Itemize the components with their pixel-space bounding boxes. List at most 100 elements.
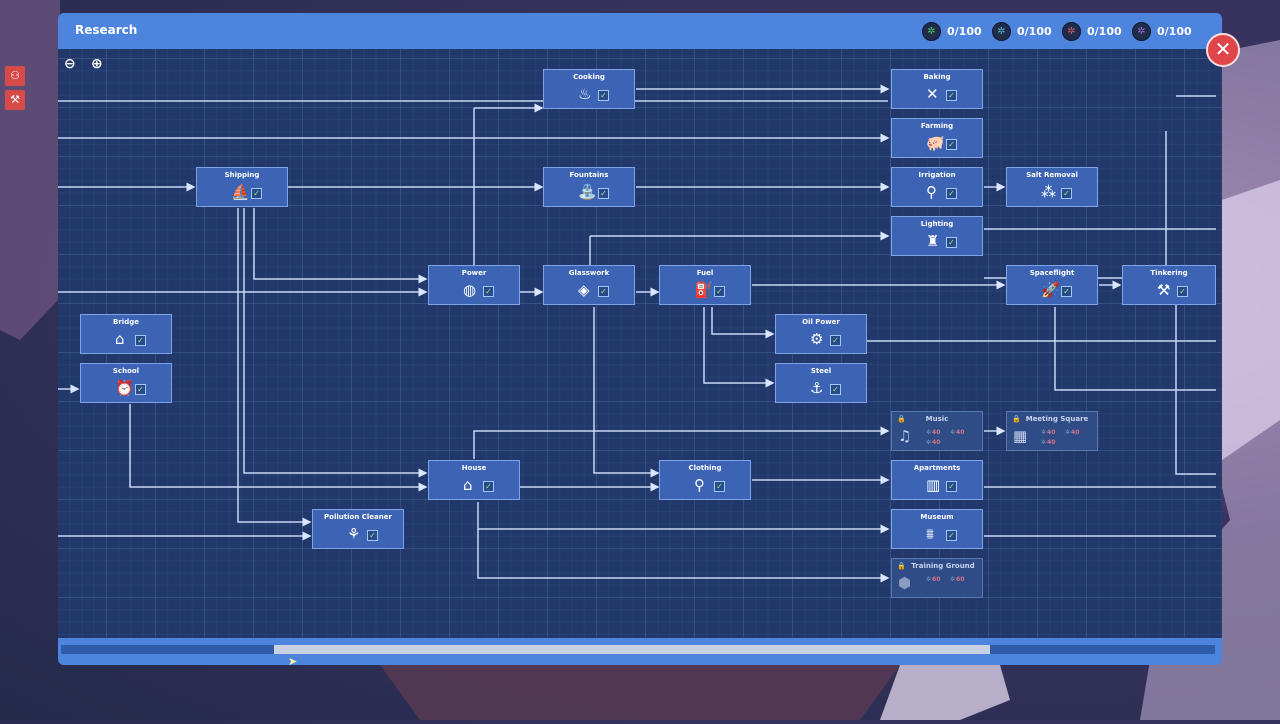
tech-node-training-ground[interactable]: 🔒 Training Ground ⬢ ✲60 ✲60 (891, 558, 983, 598)
cost-green: ✲40 (1041, 429, 1056, 436)
tech-node-cooking[interactable]: Cooking ♨ ✓ (543, 69, 635, 109)
tech-tree-connections (58, 84, 1216, 583)
bell-clock-icon: ⏰ (115, 379, 134, 397)
tech-node-shipping[interactable]: Shipping ⛵ ✓ (196, 167, 288, 207)
researched-checkmark: ✓ (946, 237, 957, 248)
glass-panes-icon: ◈ (578, 281, 590, 299)
researched-checkmark: ✓ (1177, 286, 1188, 297)
tech-node-steel[interactable]: Steel ⚓ ✓ (775, 363, 867, 403)
tech-node-irrigation[interactable]: Irrigation ⚲ ✓ (891, 167, 983, 207)
guitar-icon: ♫ (898, 427, 912, 445)
fuel-can-icon: ⛽ (694, 281, 713, 299)
close-icon: ✕ (1214, 37, 1232, 61)
researched-checkmark: ✓ (1061, 286, 1072, 297)
researched-checkmark: ✓ (830, 335, 841, 346)
tech-node-power[interactable]: Power ◍ ✓ (428, 265, 520, 305)
lighthouse-icon: ♜ (926, 232, 940, 250)
pig-icon: 🐖 (926, 134, 945, 152)
researched-checkmark: ✓ (714, 481, 725, 492)
fountain-icon: ⛲ (578, 183, 597, 201)
cost-red: ✲60 (950, 576, 965, 583)
zoom-in-icon: ⊕ (91, 56, 103, 72)
cost-green: ✲40 (926, 429, 941, 436)
researched-checkmark: ✓ (946, 90, 957, 101)
researched-checkmark: ✓ (598, 286, 609, 297)
tech-node-music[interactable]: 🔒 Music ♫ ✲40 ✲40 ✲40 (891, 411, 983, 451)
faucet-icon: ⚲ (926, 183, 937, 201)
clothes-rack-icon: ⚲ (694, 476, 705, 494)
tech-node-museum[interactable]: Museum ⩩ ✓ (891, 509, 983, 549)
scrollbar-thumb[interactable] (274, 645, 990, 654)
close-button[interactable]: ✕ (1206, 33, 1240, 67)
researched-checkmark: ✓ (946, 188, 957, 199)
cost-teal: ✲40 (1065, 429, 1080, 436)
researched-checkmark: ✓ (1061, 188, 1072, 199)
purple-research-icon: ✲ (1132, 22, 1151, 41)
tech-node-clothing[interactable]: Clothing ⚲ ✓ (659, 460, 751, 500)
zoom-out-button[interactable]: ⊖ (64, 56, 84, 76)
wrench-icon: ⚒ (1157, 281, 1171, 299)
tech-node-glasswork[interactable]: Glasswork ◈ ✓ (543, 265, 635, 305)
tech-node-tinkering[interactable]: Tinkering ⚒ ✓ (1122, 265, 1216, 305)
researched-checkmark: ✓ (367, 530, 378, 541)
zoom-in-button[interactable]: ⊕ (91, 56, 111, 76)
power-orb-icon: ◍ (463, 281, 477, 299)
gear-target-icon: ⬢ (898, 574, 912, 592)
tech-node-lighting[interactable]: Lighting ♜ ✓ (891, 216, 983, 256)
tech-node-apartments[interactable]: Apartments ▥ ✓ (891, 460, 983, 500)
salt-shaker-icon: ⁂ (1041, 183, 1056, 201)
bridge-icon: ⌂ (115, 330, 125, 348)
researched-checkmark: ✓ (598, 188, 609, 199)
side-button-population[interactable]: ⚇ (5, 66, 25, 86)
red-research-icon: ✲ (1062, 22, 1081, 41)
resource-counter-green: ✲ 0/100 (922, 22, 982, 41)
researched-checkmark: ✓ (714, 286, 725, 297)
tech-node-fountains[interactable]: Fountains ⛲ ✓ (543, 167, 635, 207)
tech-node-meeting-square[interactable]: 🔒 Meeting Square ▦ ✲40 ✲40 ✲40 (1006, 411, 1098, 451)
cost-red: ✲40 (926, 439, 941, 446)
research-window: Research ✲ 0/100 ✲ 0/100 ✲ 0/100 ✲ 0/100 (58, 13, 1222, 665)
tech-node-oil-power[interactable]: Oil Power ⚙ ✓ (775, 314, 867, 354)
researched-checkmark: ✓ (598, 90, 609, 101)
horizontal-scrollbar[interactable] (58, 638, 1222, 665)
research-tree-canvas[interactable]: Cooking ♨ ✓ Baking ✕ ✓ Farming 🐖 ✓ Shipp… (58, 49, 1222, 638)
researched-checkmark: ✓ (946, 139, 957, 150)
tech-node-house[interactable]: House ⌂ ✓ (428, 460, 520, 500)
title-bar: Research ✲ 0/100 ✲ 0/100 ✲ 0/100 ✲ 0/100 (58, 13, 1222, 49)
tech-node-farming[interactable]: Farming 🐖 ✓ (891, 118, 983, 158)
side-button-tools[interactable]: ⚒ (5, 90, 25, 110)
mouse-cursor-icon: ➤ (288, 655, 298, 668)
tech-node-school[interactable]: School ⏰ ✓ (80, 363, 172, 403)
anvil-icon: ⚓ (810, 379, 824, 397)
resource-counter-purple: ✲ 0/100 (1132, 22, 1192, 41)
apartments-icon: ▥ (926, 476, 941, 494)
researched-checkmark: ✓ (483, 481, 494, 492)
tech-node-baking[interactable]: Baking ✕ ✓ (891, 69, 983, 109)
green-research-icon: ✲ (922, 22, 941, 41)
broom-icon: ⚘ (347, 525, 361, 543)
rocket-icon: 🚀 (1041, 281, 1060, 299)
columns-icon: ⩩ (926, 525, 935, 543)
tech-node-salt-removal[interactable]: Salt Removal ⁂ ✓ (1006, 167, 1098, 207)
house-icon: ⌂ (463, 476, 473, 494)
window-title: Research (75, 23, 138, 37)
oil-pump-icon: ⚙ (810, 330, 824, 348)
zoom-out-icon: ⊖ (64, 56, 76, 72)
plaza-icon: ▦ (1013, 427, 1028, 445)
researched-checkmark: ✓ (946, 481, 957, 492)
pot-icon: ♨ (578, 85, 592, 103)
researched-checkmark: ✓ (135, 384, 146, 395)
cost-red: ✲40 (1041, 439, 1056, 446)
ship-icon: ⛵ (231, 183, 250, 201)
researched-checkmark: ✓ (251, 188, 262, 199)
tech-node-bridge[interactable]: Bridge ⌂ ✓ (80, 314, 172, 354)
tech-node-pollution-cleaner[interactable]: Pollution Cleaner ⚘ ✓ (312, 509, 404, 549)
scrollbar-track[interactable] (61, 645, 1215, 654)
teal-research-icon: ✲ (992, 22, 1011, 41)
cost-teal: ✲40 (950, 429, 965, 436)
researched-checkmark: ✓ (483, 286, 494, 297)
tech-node-spaceflight[interactable]: Spaceflight 🚀 ✓ (1006, 265, 1098, 305)
cost-teal: ✲60 (926, 576, 941, 583)
researched-checkmark: ✓ (946, 530, 957, 541)
tech-node-fuel[interactable]: Fuel ⛽ ✓ (659, 265, 751, 305)
